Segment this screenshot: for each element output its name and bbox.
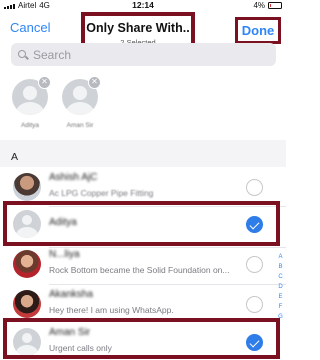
cancel-button[interactable]: Cancel xyxy=(10,20,50,35)
index-letter[interactable]: C xyxy=(276,272,285,282)
avatar xyxy=(13,328,41,356)
divider xyxy=(0,140,286,147)
selected-contact[interactable]: ✕ Aman Sir xyxy=(58,76,102,129)
remove-icon[interactable]: ✕ xyxy=(38,76,51,89)
contact-name: Aditya xyxy=(49,217,77,228)
index-letter[interactable]: E xyxy=(276,292,285,302)
avatar xyxy=(13,290,41,318)
select-checkbox[interactable] xyxy=(246,216,263,233)
remove-icon[interactable]: ✕ xyxy=(88,76,101,89)
contact-status: Hey there! I am using WhatsApp. xyxy=(49,305,174,315)
contact-name: Akanksha xyxy=(49,289,93,300)
index-letter[interactable]: F xyxy=(276,302,285,312)
done-button[interactable]: Done xyxy=(242,23,275,38)
index-letter[interactable]: B xyxy=(276,262,285,272)
contact-name: Aman Sir xyxy=(49,327,91,338)
selected-contact-name: Aditya xyxy=(20,122,40,129)
contact-row[interactable]: N...liya Rock Bottom became the Solid Fo… xyxy=(0,244,286,284)
avatar xyxy=(13,173,41,201)
done-highlight: Done xyxy=(235,17,281,44)
selected-contact[interactable]: ✕ Aditya xyxy=(8,76,52,129)
avatar xyxy=(13,210,41,238)
search-bar[interactable] xyxy=(11,43,276,66)
battery-icon xyxy=(268,2,282,9)
contact-row[interactable]: Aman Sir Urgent calls only xyxy=(0,322,286,360)
status-right: 4% xyxy=(253,1,282,10)
contact-status: Rock Bottom became the Solid Foundation … xyxy=(49,265,230,275)
index-letter[interactable]: G xyxy=(276,312,285,322)
contact-name: Ashish AjC xyxy=(49,172,98,183)
page-title: Only Share With.. xyxy=(86,21,190,35)
contact-row[interactable]: Akanksha Hey there! I am using WhatsApp. xyxy=(0,284,286,324)
contact-status: Ac LPG Copper Pipe Fitting xyxy=(49,188,154,198)
status-time: 12:14 xyxy=(132,0,154,10)
select-checkbox[interactable] xyxy=(246,334,263,351)
index-letter[interactable]: A xyxy=(276,252,285,262)
select-checkbox[interactable] xyxy=(246,179,263,196)
avatar xyxy=(13,250,41,278)
contact-row[interactable]: Ashish AjC Ac LPG Copper Pipe Fitting xyxy=(0,167,286,207)
select-checkbox[interactable] xyxy=(246,296,263,313)
contact-name: N...liya xyxy=(49,249,80,260)
selected-contacts: ✕ Aditya ✕ Aman Sir xyxy=(0,75,286,140)
alphabet-index[interactable]: A B C D E F G xyxy=(276,252,285,322)
contact-row[interactable]: Aditya xyxy=(0,204,286,244)
search-icon xyxy=(18,49,28,60)
battery-percent: 4% xyxy=(253,1,265,10)
index-letter[interactable]: D xyxy=(276,282,285,292)
section-header: A xyxy=(0,147,286,167)
contact-status: Urgent calls only xyxy=(49,343,112,353)
selected-contact-name: Aman Sir xyxy=(66,122,94,129)
search-input[interactable] xyxy=(33,47,233,62)
select-checkbox[interactable] xyxy=(246,256,263,273)
